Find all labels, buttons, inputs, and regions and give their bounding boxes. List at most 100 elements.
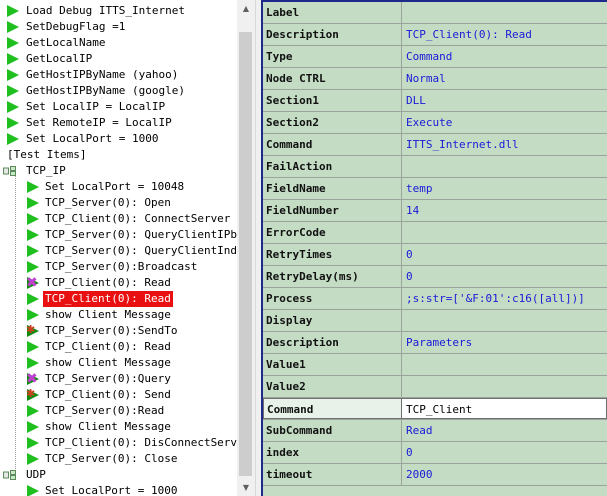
- tree-item-label: TCP_Client(0): Send: [45, 388, 171, 401]
- play-icon: [27, 437, 39, 449]
- property-name: Description: [263, 332, 402, 353]
- tree-item-label: TCP_Server(0): QueryClientIPbyIn: [45, 228, 237, 241]
- tree-item-label: TCP_Client(0): DisConnectServer: [45, 436, 237, 449]
- tree-item-label: Set LocalPort = 1000: [26, 132, 159, 145]
- property-row[interactable]: Description Parameters: [263, 332, 607, 354]
- property-name: timeout: [263, 464, 402, 485]
- play-icon: [27, 485, 39, 496]
- property-value[interactable]: [402, 156, 607, 177]
- property-row[interactable]: Value2: [263, 376, 607, 398]
- tree-item-label: TCP_Server(0):Broadcast: [45, 260, 198, 273]
- play-icon: [27, 357, 39, 369]
- property-name: Description: [263, 24, 402, 45]
- property-name: SubCommand: [263, 420, 402, 441]
- test-tree[interactable]: Load Debug ITTS_Internet SetDebugFlag =1…: [0, 0, 237, 496]
- play-icon: [27, 341, 39, 353]
- property-row[interactable]: timeout 2000: [263, 464, 607, 486]
- property-value[interactable]: [402, 310, 607, 331]
- property-name: FieldNumber: [263, 200, 402, 221]
- play-icon: [27, 405, 39, 417]
- property-row[interactable]: Value1: [263, 354, 607, 376]
- property-row[interactable]: FieldNumber 14: [263, 200, 607, 222]
- tree-item-label: Set LocalPort = 10048: [45, 180, 185, 193]
- property-row[interactable]: RetryTimes 0: [263, 244, 607, 266]
- play-icon: [27, 213, 39, 225]
- property-value[interactable]: 0: [402, 244, 607, 265]
- scrollbar-thumb[interactable]: [239, 32, 252, 476]
- play-icon: [27, 293, 39, 305]
- property-row[interactable]: Display: [263, 310, 607, 332]
- tree-section-label: [Test Items]: [7, 148, 87, 161]
- property-row[interactable]: SubCommand Read: [263, 420, 607, 442]
- play-icon: [7, 85, 19, 97]
- property-value[interactable]: temp: [402, 178, 607, 199]
- tree-item-label: TCP_Client(0): ConnectServer: [45, 212, 231, 225]
- property-value[interactable]: 2000: [402, 464, 607, 485]
- property-value[interactable]: ;s:str=['&F:01':c16([all])]: [402, 288, 607, 309]
- tree-item-label: TCP_Server(0):Query: [45, 372, 171, 385]
- property-row[interactable]: ErrorCode: [263, 222, 607, 244]
- property-row[interactable]: Label: [263, 2, 607, 24]
- property-row[interactable]: Type Command: [263, 46, 607, 68]
- property-value[interactable]: 14: [402, 200, 607, 221]
- property-value-editor[interactable]: TCP_Client: [402, 398, 607, 419]
- property-row[interactable]: Description TCP_Client(0): Read: [263, 24, 607, 46]
- property-row[interactable]: index 0: [263, 442, 607, 464]
- property-value[interactable]: [402, 2, 607, 23]
- property-row[interactable]: Process ;s:str=['&F:01':c16([all])]: [263, 288, 607, 310]
- play-icon: [7, 101, 19, 113]
- property-value[interactable]: ITTS_Internet.dll: [402, 134, 607, 155]
- property-name: Command: [263, 398, 402, 419]
- property-name: Value1: [263, 354, 402, 375]
- property-row[interactable]: RetryDelay(ms) 0: [263, 266, 607, 288]
- property-name: FieldName: [263, 178, 402, 199]
- tree-folder-label: UDP: [26, 468, 46, 481]
- property-value[interactable]: DLL: [402, 90, 607, 111]
- property-value[interactable]: [402, 376, 607, 397]
- property-name: RetryDelay(ms): [263, 266, 402, 287]
- property-name: RetryTimes: [263, 244, 402, 265]
- property-value[interactable]: 0: [402, 266, 607, 287]
- tree-item-label: TCP_Server(0):Read: [45, 404, 165, 417]
- property-name: Label: [263, 2, 402, 23]
- property-value[interactable]: 0: [402, 442, 607, 463]
- play-icon: [27, 181, 39, 193]
- tree-item-label: TCP_Server(0): Open: [45, 196, 171, 209]
- property-value[interactable]: Execute: [402, 112, 607, 133]
- property-row[interactable]: Section2 Execute: [263, 112, 607, 134]
- property-value[interactable]: [402, 354, 607, 375]
- scroll-up-icon[interactable]: ▲: [237, 0, 255, 17]
- play-breakpoint-icon: ✱: [26, 387, 39, 401]
- play-breakpoint-icon: ✱: [26, 323, 39, 337]
- tree-vertical-scrollbar[interactable]: ▲ ▼: [237, 0, 255, 496]
- property-value[interactable]: Read: [402, 420, 607, 441]
- property-value[interactable]: [402, 222, 607, 243]
- tree-item-label: Set LocalPort = 1000: [45, 484, 178, 496]
- property-value[interactable]: Normal: [402, 68, 607, 89]
- property-row[interactable]: FieldName temp: [263, 178, 607, 200]
- play-icon: [27, 261, 39, 273]
- property-row[interactable]: Section1 DLL: [263, 90, 607, 112]
- tree-item-label: TCP_Server(0): Close: [45, 452, 178, 465]
- property-name: index: [263, 442, 402, 463]
- property-row[interactable]: Command ITTS_Internet.dll: [263, 134, 607, 156]
- tree-item-label: show Client Message: [45, 420, 171, 433]
- property-grid[interactable]: Label Description TCP_Client(0): Read Typ…: [261, 0, 607, 496]
- property-row-active[interactable]: Command TCP_Client: [263, 398, 607, 420]
- property-name: ErrorCode: [263, 222, 402, 243]
- tree-item-label: show Client Message: [45, 356, 171, 369]
- property-value[interactable]: Command: [402, 46, 607, 67]
- property-row[interactable]: Node CTRL Normal: [263, 68, 607, 90]
- tree-item-label: GetLocalName: [26, 36, 106, 49]
- tree-item-label: TCP_Server(0): QueryClientIndexb: [45, 244, 237, 257]
- play-icon: [27, 453, 39, 465]
- tree-item-label: GetHostIPByName (google): [26, 84, 185, 97]
- property-value[interactable]: TCP_Client(0): Read: [402, 24, 607, 45]
- scroll-down-icon[interactable]: ▼: [237, 479, 255, 496]
- tree-item-label: Set RemoteIP = LocalIP: [26, 116, 172, 129]
- property-row[interactable]: FailAction: [263, 156, 607, 178]
- property-name: FailAction: [263, 156, 402, 177]
- property-name: Command: [263, 134, 402, 155]
- folder-icon: [3, 470, 16, 480]
- property-value[interactable]: Parameters: [402, 332, 607, 353]
